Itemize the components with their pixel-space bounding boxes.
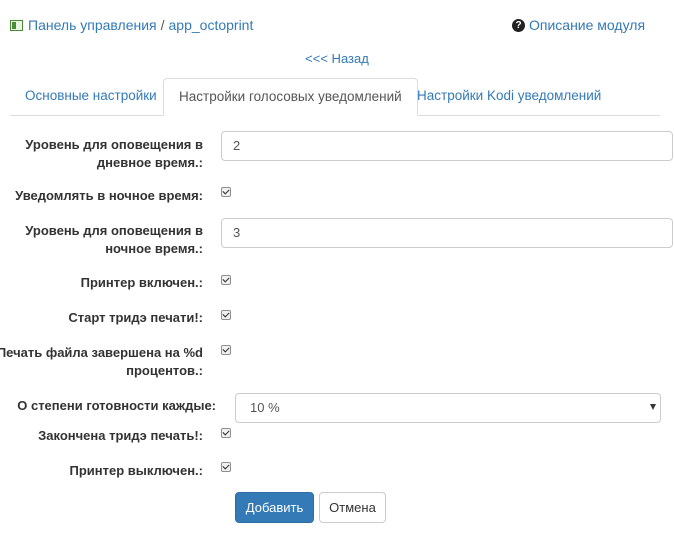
day-level-label: Уровень для оповещения в дневное время.: [25,137,203,170]
settings-tabs: Основные настройки Настройки голосовых у… [10,78,660,116]
print-done-checkbox[interactable] [221,428,231,438]
module-description-link[interactable]: Описание модуля [529,17,645,33]
printer-on-label: Принтер включен.: [80,275,203,290]
notify-night-label: Уведомлять в ночное время: [15,188,203,203]
question-icon: ? [512,18,525,32]
day-level-input[interactable]: 2 [221,131,673,161]
cancel-button[interactable]: Отмена [319,492,386,523]
file-done-checkbox[interactable] [221,345,231,355]
night-level-label: Уровень для оповещения в ночное время.: [25,223,203,256]
printer-on-checkbox[interactable] [221,275,231,285]
tab-main-settings[interactable]: Основные настройки [10,78,172,114]
printer-off-checkbox[interactable] [221,462,231,472]
night-level-input[interactable]: 3 [221,218,673,248]
print-done-label: Закончена тридэ печать!: [38,428,203,443]
control-panel-icon [10,19,23,31]
add-button[interactable]: Добавить [235,492,314,523]
tab-voice-notifications[interactable]: Настройки голосовых уведомлений [163,78,418,116]
progress-every-value: 10 % [250,400,280,415]
breadcrumb-separator: / [160,17,165,33]
chevron-down-icon [650,404,656,410]
print-start-label: Старт тридэ печати!: [68,310,203,325]
printer-off-label: Принтер выключен.: [69,463,203,478]
breadcrumb: Панель управления / app_octoprint [10,17,253,33]
back-row: <<< Назад [0,51,674,66]
module-description[interactable]: ? Описание модуля [512,17,645,33]
print-start-checkbox[interactable] [221,310,231,320]
notify-night-checkbox[interactable] [221,187,231,197]
back-link[interactable]: <<< Назад [305,51,369,66]
tab-kodi-notifications[interactable]: Настройки Kodi уведомлений [402,78,616,114]
breadcrumb-control-panel-link[interactable]: Панель управления [28,17,157,33]
file-done-label: Печать файла завершена на %d процентов.: [0,345,203,378]
progress-every-select[interactable]: 10 % [235,393,661,423]
breadcrumb-module-link[interactable]: app_octoprint [169,17,254,33]
progress-every-label: О степени готовности каждые: [17,398,216,413]
